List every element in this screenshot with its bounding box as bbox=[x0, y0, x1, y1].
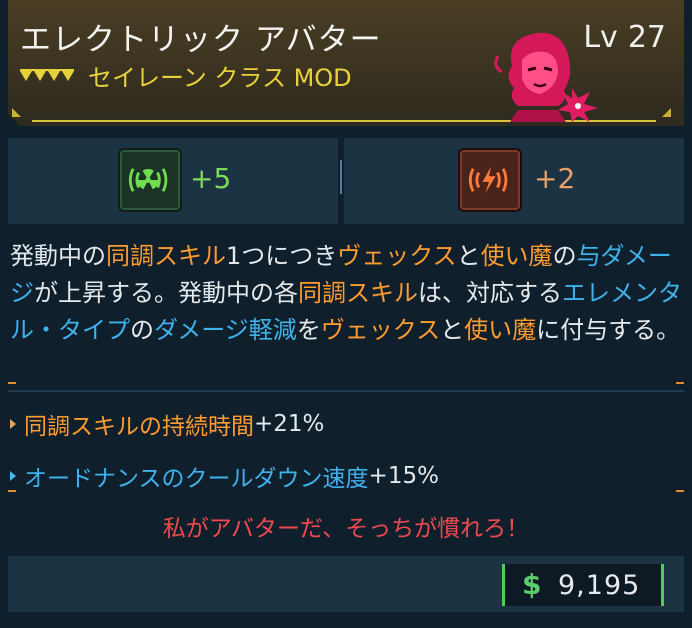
level-value: 27 bbox=[627, 20, 666, 55]
desc-text: と bbox=[456, 242, 481, 270]
stat-panel-radiation: +5 bbox=[8, 138, 338, 224]
siren-portrait-icon bbox=[494, 32, 598, 122]
desc-keyword: ヴェックス bbox=[337, 242, 457, 270]
desc-text: 発動中の bbox=[10, 242, 106, 270]
item-title: エレクトリック アバター bbox=[20, 22, 382, 58]
stat-divider bbox=[340, 160, 342, 194]
shock-icon bbox=[458, 148, 522, 212]
class-row: セイレーン クラス MOD bbox=[20, 58, 352, 93]
price-value: 9,195 bbox=[558, 570, 641, 601]
bonus-value: +15% bbox=[368, 463, 439, 489]
desc-keyword: 使い魔 bbox=[480, 242, 553, 270]
desc-keyword: 同調スキル bbox=[298, 279, 418, 307]
bonus-label: オードナンスのクールダウン速度 bbox=[24, 466, 369, 492]
section-separator bbox=[8, 490, 684, 500]
desc-text: を bbox=[296, 316, 321, 344]
corner-marker-right bbox=[662, 108, 671, 117]
desc-text: は、対応する bbox=[418, 279, 562, 307]
desc-keyword: 同調スキル bbox=[106, 242, 226, 270]
desc-text: と bbox=[440, 316, 465, 344]
bonus-value: +21% bbox=[254, 411, 325, 437]
desc-text: の bbox=[552, 242, 577, 270]
section-separator bbox=[8, 382, 684, 392]
desc-text: に付与する。 bbox=[536, 316, 681, 344]
desc-keyword: ダメージ軽減 bbox=[154, 316, 297, 344]
desc-keyword: 使い魔 bbox=[464, 316, 537, 344]
desc-text: 1つにつき bbox=[226, 242, 338, 270]
price-box: $ 9,195 bbox=[502, 564, 664, 606]
price-footer: $ 9,195 bbox=[8, 556, 684, 612]
currency-icon: $ bbox=[522, 568, 542, 601]
flavor-text: 私がアバターだ、そっちが慣れろ！ bbox=[162, 516, 530, 542]
bullet-arrow-icon bbox=[10, 471, 16, 481]
corner-marker-left bbox=[12, 108, 21, 117]
item-class: セイレーン クラス MOD bbox=[88, 64, 352, 92]
radiation-icon bbox=[118, 148, 182, 212]
bonus-label: 同調スキルの持続時間 bbox=[24, 414, 254, 440]
rarity-chevrons-icon bbox=[20, 68, 74, 81]
shock-stat-value: +2 bbox=[534, 162, 576, 195]
desc-text: が上昇する。発動中の各 bbox=[34, 279, 298, 307]
desc-text: の bbox=[130, 316, 154, 344]
radiation-stat-value: +5 bbox=[190, 162, 232, 195]
bonus-item: 同調スキルの持続時間 +21% bbox=[10, 404, 439, 444]
stat-panel-shock: +2 bbox=[344, 138, 684, 224]
bullet-arrow-icon bbox=[10, 419, 16, 429]
desc-keyword: ヴェックス bbox=[320, 316, 441, 344]
item-description: 発動中の同調スキル1つにつきヴェックスと使い魔の与ダメージが上昇する。発動中の各… bbox=[10, 238, 682, 349]
